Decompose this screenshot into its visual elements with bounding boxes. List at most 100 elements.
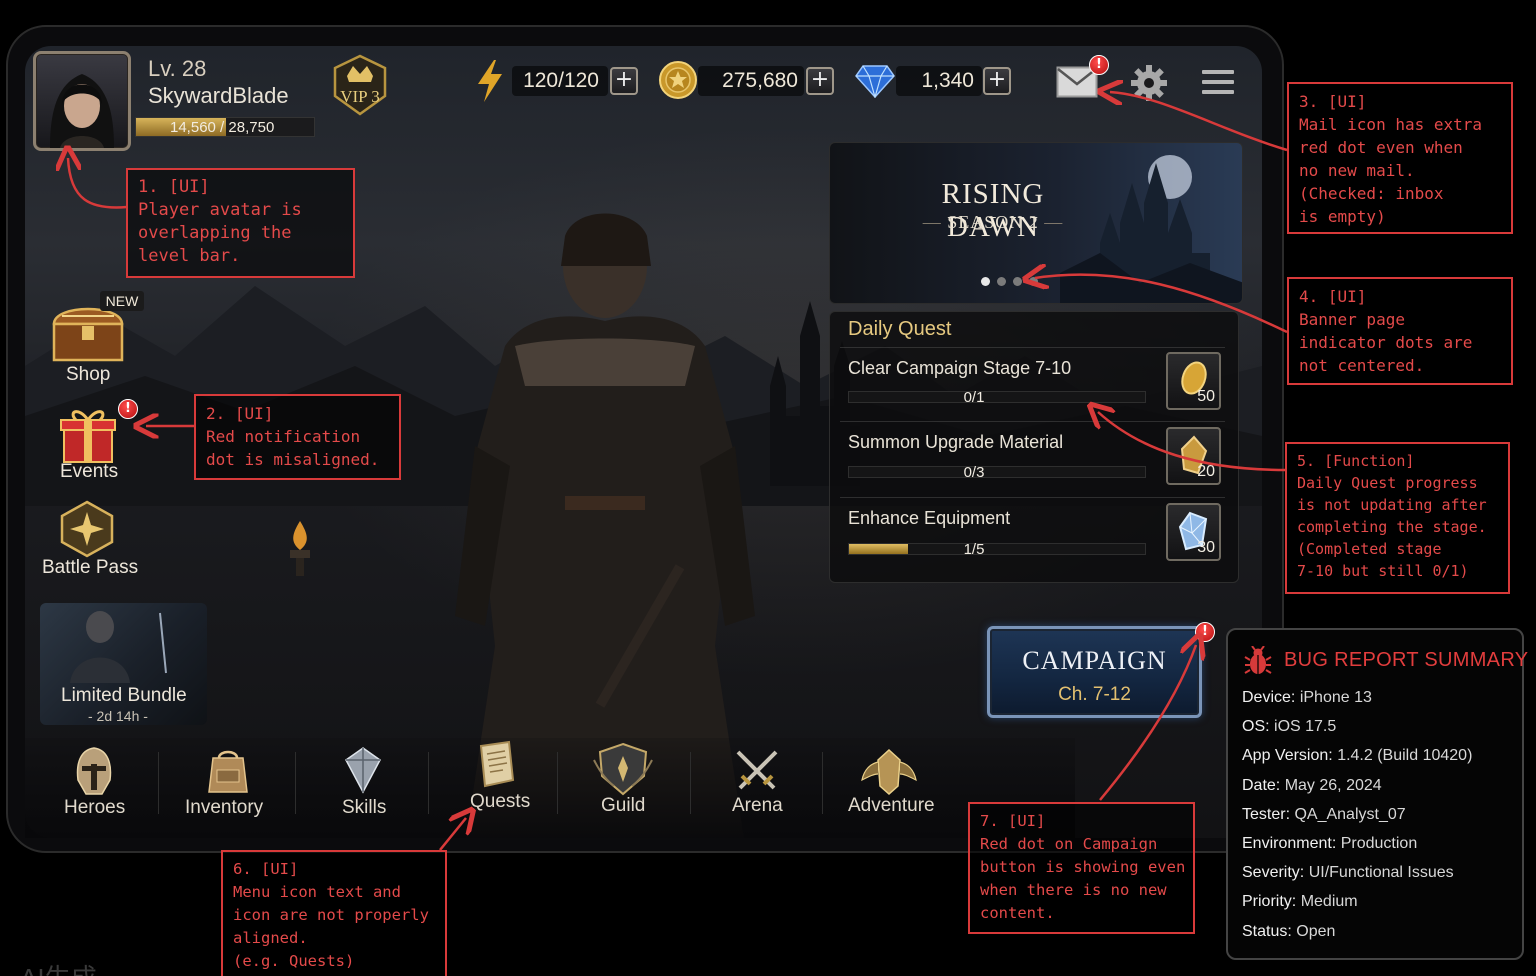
ai-watermark: AI生成 [20, 958, 97, 976]
campaign-label: CAMPAIGN [1022, 646, 1167, 675]
annotation-note-1: 1. [UI] Player avatar is overlapping the… [126, 168, 355, 278]
events-label[interactable]: Events [60, 461, 118, 483]
quest-name: Summon Upgrade Material [848, 432, 1064, 452]
hamburger-menu-icon[interactable] [1202, 68, 1234, 96]
shop-label[interactable]: Shop [66, 364, 110, 386]
reward-quantity: 20 [1197, 463, 1215, 480]
annotation-note-5: 5. [Function] Daily Quest progress is no… [1285, 442, 1510, 594]
gold-coin-icon [659, 61, 697, 99]
backpack-icon[interactable] [205, 748, 251, 794]
banner-subtitle: — SEASON 2 — [922, 212, 1064, 232]
blue-gem-icon [855, 65, 895, 98]
bug-summary-row: App Version: 1.4.2 (Build 10420) [1242, 747, 1472, 765]
new-badge: NEW [100, 291, 144, 311]
bug-summary-key: Tester: [1242, 805, 1291, 823]
quest-progress-text: 0/1 [963, 389, 985, 406]
quest-progress-text: 0/3 [963, 464, 985, 481]
bug-summary-row: Severity: UI/Functional Issues [1242, 864, 1454, 882]
quest-reward[interactable]: 20 [1166, 427, 1221, 485]
nav-arena-label[interactable]: Arena [732, 795, 783, 817]
nav-adventure-label[interactable]: Adventure [848, 795, 935, 817]
banner-page-dot[interactable] [1013, 277, 1022, 286]
bug-summary-value: Production [1340, 835, 1418, 852]
crossed-swords-icon[interactable] [734, 748, 780, 794]
reward-quantity: 50 [1197, 388, 1215, 405]
banner-page-dot[interactable] [997, 277, 1006, 286]
nav-guild-label[interactable]: Guild [601, 795, 645, 817]
bug-summary-row: Device: iPhone 13 [1242, 689, 1372, 707]
helmet-icon[interactable] [74, 746, 114, 796]
bug-summary-key: Priority: [1242, 893, 1297, 911]
bug-summary-value: QA_Analyst_07 [1294, 805, 1406, 823]
bug-summary-row: Status: Open [1242, 923, 1335, 941]
xp-current: 14,560 [170, 119, 216, 136]
xp-text: 14,560 / 28,750 [170, 119, 275, 136]
bug-summary-key: Environment: [1242, 835, 1337, 852]
gems-value: 1,340 [921, 69, 974, 92]
energy-value: 120/120 [523, 69, 599, 92]
add-gold-button[interactable]: + [806, 67, 834, 95]
bug-summary-value: iOS 17.5 [1274, 718, 1337, 736]
nav-inventory-label[interactable]: Inventory [185, 797, 263, 819]
bug-summary-row: Date: May 26, 2024 [1242, 777, 1382, 795]
annotation-note-4: 4. [UI] Banner page indicator dots are n… [1287, 277, 1513, 385]
bug-summary-row: Tester: QA_Analyst_07 [1242, 806, 1406, 824]
scroll-icon[interactable] [473, 740, 517, 788]
limited-bundle-timer: - 2d 14h - [88, 708, 148, 724]
nav-divider [822, 752, 823, 814]
xp-total: 28,750 [228, 119, 275, 136]
banner-page-dot[interactable] [981, 277, 990, 286]
limited-bundle-title: Limited Bundle [61, 685, 187, 706]
campaign-notification-dot: ! [1195, 622, 1215, 642]
guild-shield-icon[interactable] [592, 742, 654, 796]
player-level: Lv. 28 [148, 56, 207, 81]
bug-summary-value: Medium [1300, 893, 1358, 911]
bug-summary-key: Date: [1242, 776, 1281, 794]
battle-pass-label[interactable]: Battle Pass [42, 557, 138, 579]
bug-summary-value: UI/Functional Issues [1308, 864, 1454, 882]
bug-summary-value: iPhone 13 [1299, 689, 1372, 706]
skills-emblem-icon[interactable] [344, 746, 382, 794]
nav-divider [428, 752, 429, 814]
nav-divider [295, 752, 296, 814]
avatar-portrait [50, 74, 114, 148]
nav-heroes-label[interactable]: Heroes [64, 797, 125, 819]
reward-quantity: 30 [1197, 539, 1215, 556]
nav-divider [158, 752, 159, 814]
player-avatar[interactable] [33, 51, 131, 151]
quest-progress-text: 1/5 [963, 541, 985, 558]
player-name: SkywardBlade [148, 83, 289, 108]
bug-summary-value: May 26, 2024 [1284, 776, 1382, 794]
quest-reward[interactable]: 30 [1166, 503, 1221, 561]
nav-divider [557, 752, 558, 814]
gold-value: 275,680 [722, 69, 798, 92]
quest-name: Clear Campaign Stage 7-10 [848, 358, 1072, 378]
battle-pass-emblem-icon[interactable] [58, 500, 116, 558]
events-notification-dot: ! [118, 399, 138, 419]
annotation-note-3: 3. [UI] Mail icon has extra red dot even… [1287, 82, 1513, 234]
bug-summary-title: BUG REPORT SUMMARY [1284, 649, 1529, 671]
energy-lightning-icon [478, 60, 502, 102]
daily-quest-title: Daily Quest [848, 318, 952, 340]
add-gems-button[interactable]: + [983, 67, 1011, 95]
bug-summary-key: OS: [1242, 718, 1270, 736]
add-energy-button[interactable]: + [610, 67, 638, 95]
banner-page-dot[interactable] [1029, 277, 1038, 286]
bug-icon [1244, 646, 1272, 674]
vip-level: VIP 3 [340, 87, 380, 106]
gift-box-icon[interactable] [58, 404, 118, 464]
bug-summary-key: Status: [1242, 922, 1292, 940]
nav-quests-label[interactable]: Quests [470, 791, 530, 813]
quest-reward[interactable]: 50 [1166, 352, 1221, 410]
campaign-chapter: Ch. 7-12 [1058, 684, 1131, 705]
bug-summary-row: Environment: Production [1242, 835, 1417, 853]
gear-icon[interactable] [1130, 64, 1168, 102]
adventure-emblem-icon[interactable] [860, 746, 918, 796]
nav-divider [690, 752, 691, 814]
bug-summary-key: Device: [1242, 689, 1296, 706]
annotation-note-7: 7. [UI] Red dot on Campaign button is sh… [968, 802, 1195, 934]
annotation-note-6: 6. [UI] Menu icon text and icon are not … [221, 850, 447, 976]
nav-skills-label[interactable]: Skills [342, 797, 386, 819]
bug-summary-row: Priority: Medium [1242, 893, 1358, 911]
bug-summary-key: App Version: [1242, 747, 1333, 765]
